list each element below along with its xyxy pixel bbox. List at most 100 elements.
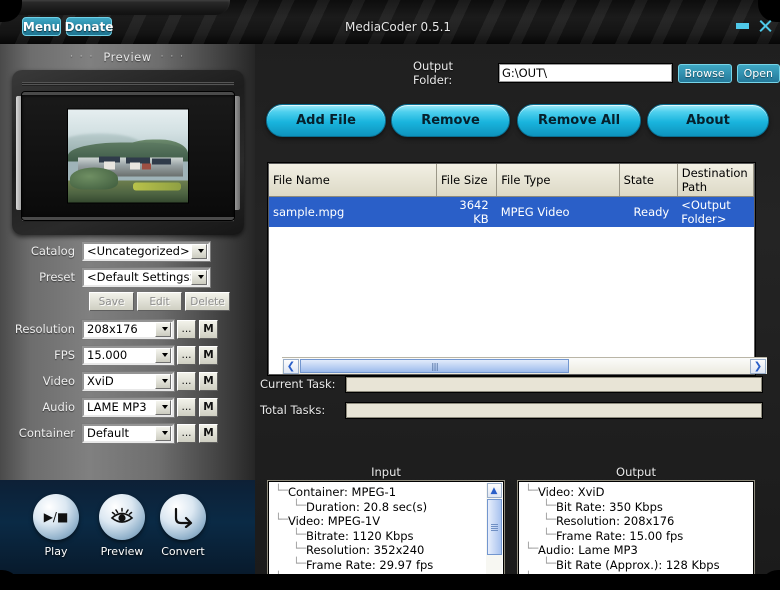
monitor-right-bar	[233, 96, 240, 210]
chevron-left-icon[interactable]: ❮	[283, 359, 299, 374]
chevron-up-icon[interactable]: ▲	[487, 483, 502, 498]
setting-label: Resolution	[0, 322, 82, 336]
left-panel: · · · Preview · · ·	[0, 44, 255, 574]
menu-button[interactable]: Menu	[22, 17, 61, 36]
add-file-button[interactable]: Add File	[266, 104, 386, 137]
convert-button[interactable]: Convert	[160, 494, 206, 558]
column-header-file-type[interactable]: File Type	[497, 164, 619, 197]
audio-codec-value: LAME MP3	[84, 400, 147, 414]
convert-arrow-icon	[160, 494, 206, 540]
setting-row-audio: Audio LAME MP3 ... M	[0, 396, 255, 418]
preset-delete-button[interactable]: Delete	[185, 292, 230, 311]
minimize-icon[interactable]	[736, 23, 749, 29]
current-task-label: Current Task:	[260, 377, 345, 391]
preset-save-button[interactable]: Save	[89, 292, 134, 311]
preset-edit-button[interactable]: Edit	[137, 292, 182, 311]
horizontal-scrollbar[interactable]: ❮ |||| ❯	[282, 357, 767, 374]
column-header-state[interactable]: State	[619, 164, 677, 197]
cell-file-type: MPEG Video	[497, 197, 619, 228]
chevron-down-icon[interactable]	[191, 244, 207, 259]
preview-video-frame[interactable]	[68, 110, 188, 203]
video-m-button[interactable]: M	[199, 372, 218, 391]
catalog-dropdown[interactable]: <Uncategorized>	[82, 242, 210, 261]
preview-dots-left: · · ·	[70, 52, 94, 62]
fps-more-button[interactable]: ...	[177, 346, 196, 365]
video-wall	[130, 163, 140, 170]
scrollbar-thumb[interactable]	[487, 499, 502, 555]
resolution-more-button[interactable]: ...	[177, 320, 196, 339]
preview-dots-right: · · ·	[161, 52, 185, 62]
fps-value: 15.000	[84, 348, 127, 362]
output-folder-row: Output Folder: Browse Open	[255, 62, 780, 84]
video-more-button[interactable]: ...	[177, 372, 196, 391]
current-task-row: Current Task:	[255, 374, 780, 394]
video-codec-dropdown[interactable]: XviD	[82, 372, 174, 391]
output-folder-input[interactable]	[498, 63, 673, 83]
play-stop-icon: ▶/■	[33, 494, 79, 540]
window-controls	[736, 19, 772, 33]
container-value: Default	[84, 426, 129, 440]
input-panel-title: Input	[268, 465, 504, 480]
output-info-panel: Output Video: XviD Bit Rate: 350 Kbps Re…	[518, 465, 754, 590]
video-yellow-crop	[133, 182, 181, 190]
table-row[interactable]: sample.mpg 3642 KB MPEG Video Ready <Out…	[269, 197, 754, 228]
remove-all-button[interactable]: Remove All	[517, 104, 641, 137]
video-roof	[152, 159, 171, 165]
file-table: File Name File Size File Type State Dest…	[269, 164, 754, 227]
column-header-file-name[interactable]: File Name	[269, 164, 437, 197]
column-header-destination-path[interactable]: Destination Path	[677, 164, 753, 197]
catalog-value: <Uncategorized>	[84, 244, 190, 258]
chevron-down-icon[interactable]	[155, 426, 171, 441]
preset-dropdown[interactable]: <Default Settings>	[82, 268, 210, 287]
window-title: MediaCoder 0.5.1	[345, 20, 451, 34]
container-more-button[interactable]: ...	[177, 424, 196, 443]
cell-destination-path: <Output Folder>	[677, 197, 753, 228]
convert-glyph	[171, 506, 195, 528]
remove-button[interactable]: Remove	[391, 104, 510, 137]
chevron-down-icon[interactable]	[155, 374, 171, 389]
close-icon[interactable]	[758, 19, 772, 33]
setting-row-video: Video XviD ... M	[0, 370, 255, 392]
mediacoder-window: Menu Donate MediaCoder 0.5.1 · · · Previ…	[0, 0, 780, 590]
fps-dropdown[interactable]: 15.000	[82, 346, 174, 365]
tree-node: Duration: 20.8 sec(s)	[293, 500, 503, 515]
container-dropdown[interactable]: Default	[82, 424, 174, 443]
open-button[interactable]: Open	[737, 64, 780, 83]
audio-codec-dropdown[interactable]: LAME MP3	[82, 398, 174, 417]
preset-buttons: Save Edit Delete	[89, 292, 233, 311]
chevron-down-icon[interactable]	[191, 270, 207, 285]
resolution-m-button[interactable]: M	[199, 320, 218, 339]
browse-button[interactable]: Browse	[678, 64, 732, 83]
monitor-top-stripe	[22, 82, 234, 86]
tree-node: Bit Rate: 350 Kbps	[543, 500, 753, 515]
cell-file-name: sample.mpg	[269, 197, 437, 228]
play-button[interactable]: ▶/■ Play	[33, 494, 79, 558]
preset-value: <Default Settings>	[84, 270, 191, 284]
setting-label: Container	[0, 426, 82, 440]
audio-more-button[interactable]: ...	[177, 398, 196, 417]
preview-header: · · · Preview · · ·	[0, 44, 255, 70]
audio-m-button[interactable]: M	[199, 398, 218, 417]
resolution-dropdown[interactable]: 208x176	[82, 320, 174, 339]
play-glyph: ▶/■	[44, 511, 69, 523]
about-button[interactable]: About	[647, 104, 769, 137]
preview-button[interactable]: Preview	[99, 494, 145, 558]
scrollbar-thumb[interactable]: ||||	[300, 359, 569, 373]
chevron-down-icon[interactable]	[155, 322, 171, 337]
cell-file-size: 3642 KB	[437, 197, 497, 228]
column-header-file-size[interactable]: File Size	[437, 164, 497, 197]
tree-node: Resolution: 208x176	[543, 514, 753, 529]
video-monitor	[12, 70, 244, 235]
chevron-right-icon[interactable]: ❯	[750, 359, 766, 374]
fps-m-button[interactable]: M	[199, 346, 218, 365]
setting-row-catalog: Catalog <Uncategorized>	[0, 240, 255, 262]
setting-row-container: Container Default ... M	[0, 422, 255, 444]
setting-label: Audio	[0, 400, 82, 414]
title-corner-left	[0, 0, 22, 22]
chevron-down-icon[interactable]	[155, 348, 171, 363]
file-list[interactable]: File Name File Size File Type State Dest…	[268, 163, 755, 375]
container-m-button[interactable]: M	[199, 424, 218, 443]
current-task-progress	[345, 376, 763, 393]
chevron-down-icon[interactable]	[155, 400, 171, 415]
donate-button[interactable]: Donate	[66, 17, 112, 36]
